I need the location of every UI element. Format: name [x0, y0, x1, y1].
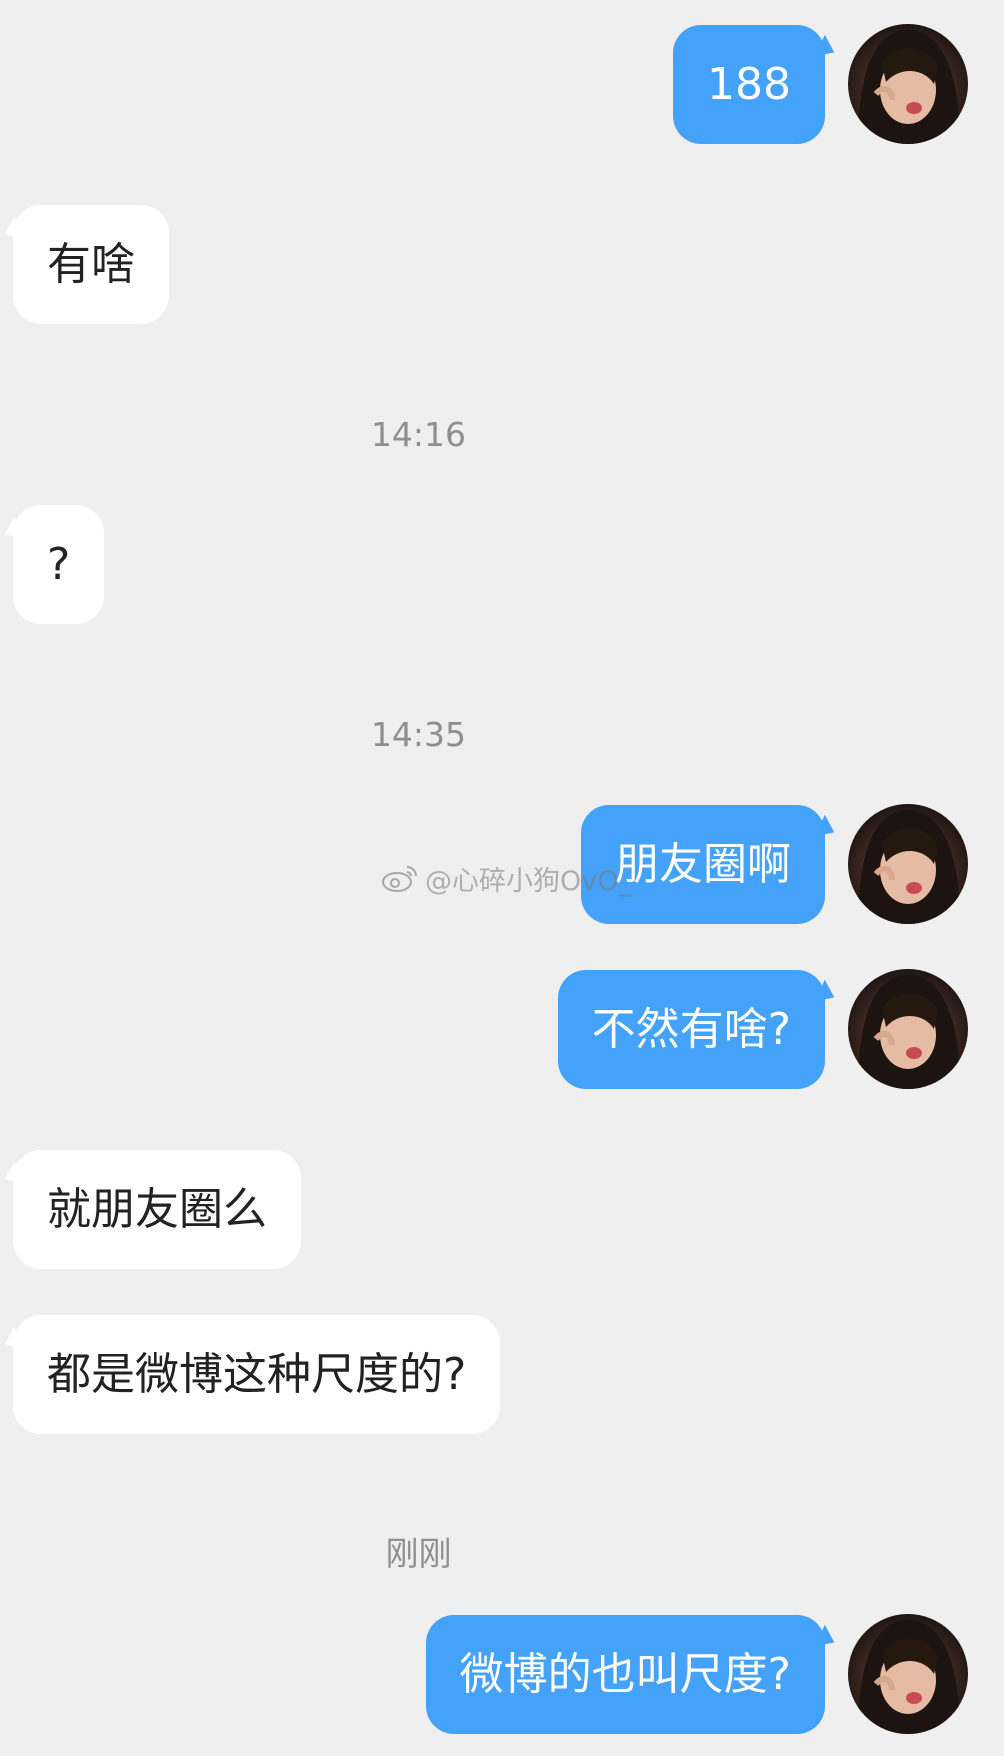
user-avatar[interactable] — [848, 1614, 968, 1734]
message-timestamp: 14:35 — [370, 715, 467, 754]
avatar-photo — [858, 975, 960, 1089]
message-incoming[interactable]: ? — [13, 505, 105, 624]
weibo-logo-icon — [382, 866, 417, 892]
message-timestamp: 14:16 — [370, 415, 467, 454]
message-outgoing[interactable]: 不然有啥? — [557, 970, 825, 1089]
user-avatar[interactable] — [848, 804, 968, 924]
message-incoming[interactable]: 都是微博这种尺度的? — [13, 1315, 501, 1434]
message-incoming[interactable]: 就朋友圈么 — [13, 1150, 301, 1269]
user-avatar[interactable] — [848, 24, 968, 144]
message-incoming[interactable]: 有啥 — [13, 205, 169, 324]
avatar-photo — [858, 1620, 960, 1734]
message-outgoing[interactable]: 微博的也叫尺度? — [425, 1615, 825, 1734]
message-outgoing[interactable]: 朋友圈啊 — [581, 805, 825, 924]
user-avatar[interactable] — [848, 969, 968, 1089]
message-outgoing[interactable]: 188 — [673, 25, 825, 144]
message-timestamp: 刚刚 — [385, 1534, 452, 1573]
avatar-photo — [858, 810, 960, 924]
chat-view: 188 有啥 14:16 ? 14:35 朋友圈啊 不然有啥? 就朋友圈么 都是… — [0, 0, 1004, 1756]
avatar-photo — [858, 30, 960, 144]
